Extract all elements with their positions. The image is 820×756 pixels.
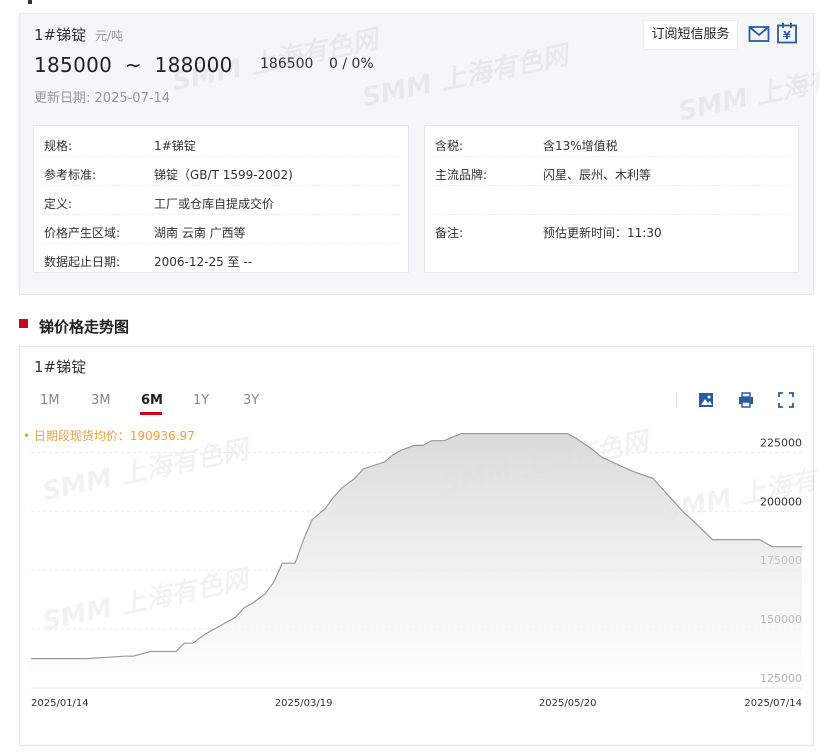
price-area xyxy=(31,433,802,688)
x-tick-label: 2025/01/14 xyxy=(31,698,89,709)
x-tick-label: 2025/03/19 xyxy=(275,698,333,709)
y-tick-label: 200000 xyxy=(760,495,802,508)
x-tick-label: 2025/07/14 xyxy=(744,698,802,709)
price-trend-chart: 1250001500001750002000002250002025/01/14… xyxy=(31,433,802,709)
y-tick-label: 225000 xyxy=(760,436,802,449)
x-tick-label: 2025/05/20 xyxy=(539,698,597,709)
